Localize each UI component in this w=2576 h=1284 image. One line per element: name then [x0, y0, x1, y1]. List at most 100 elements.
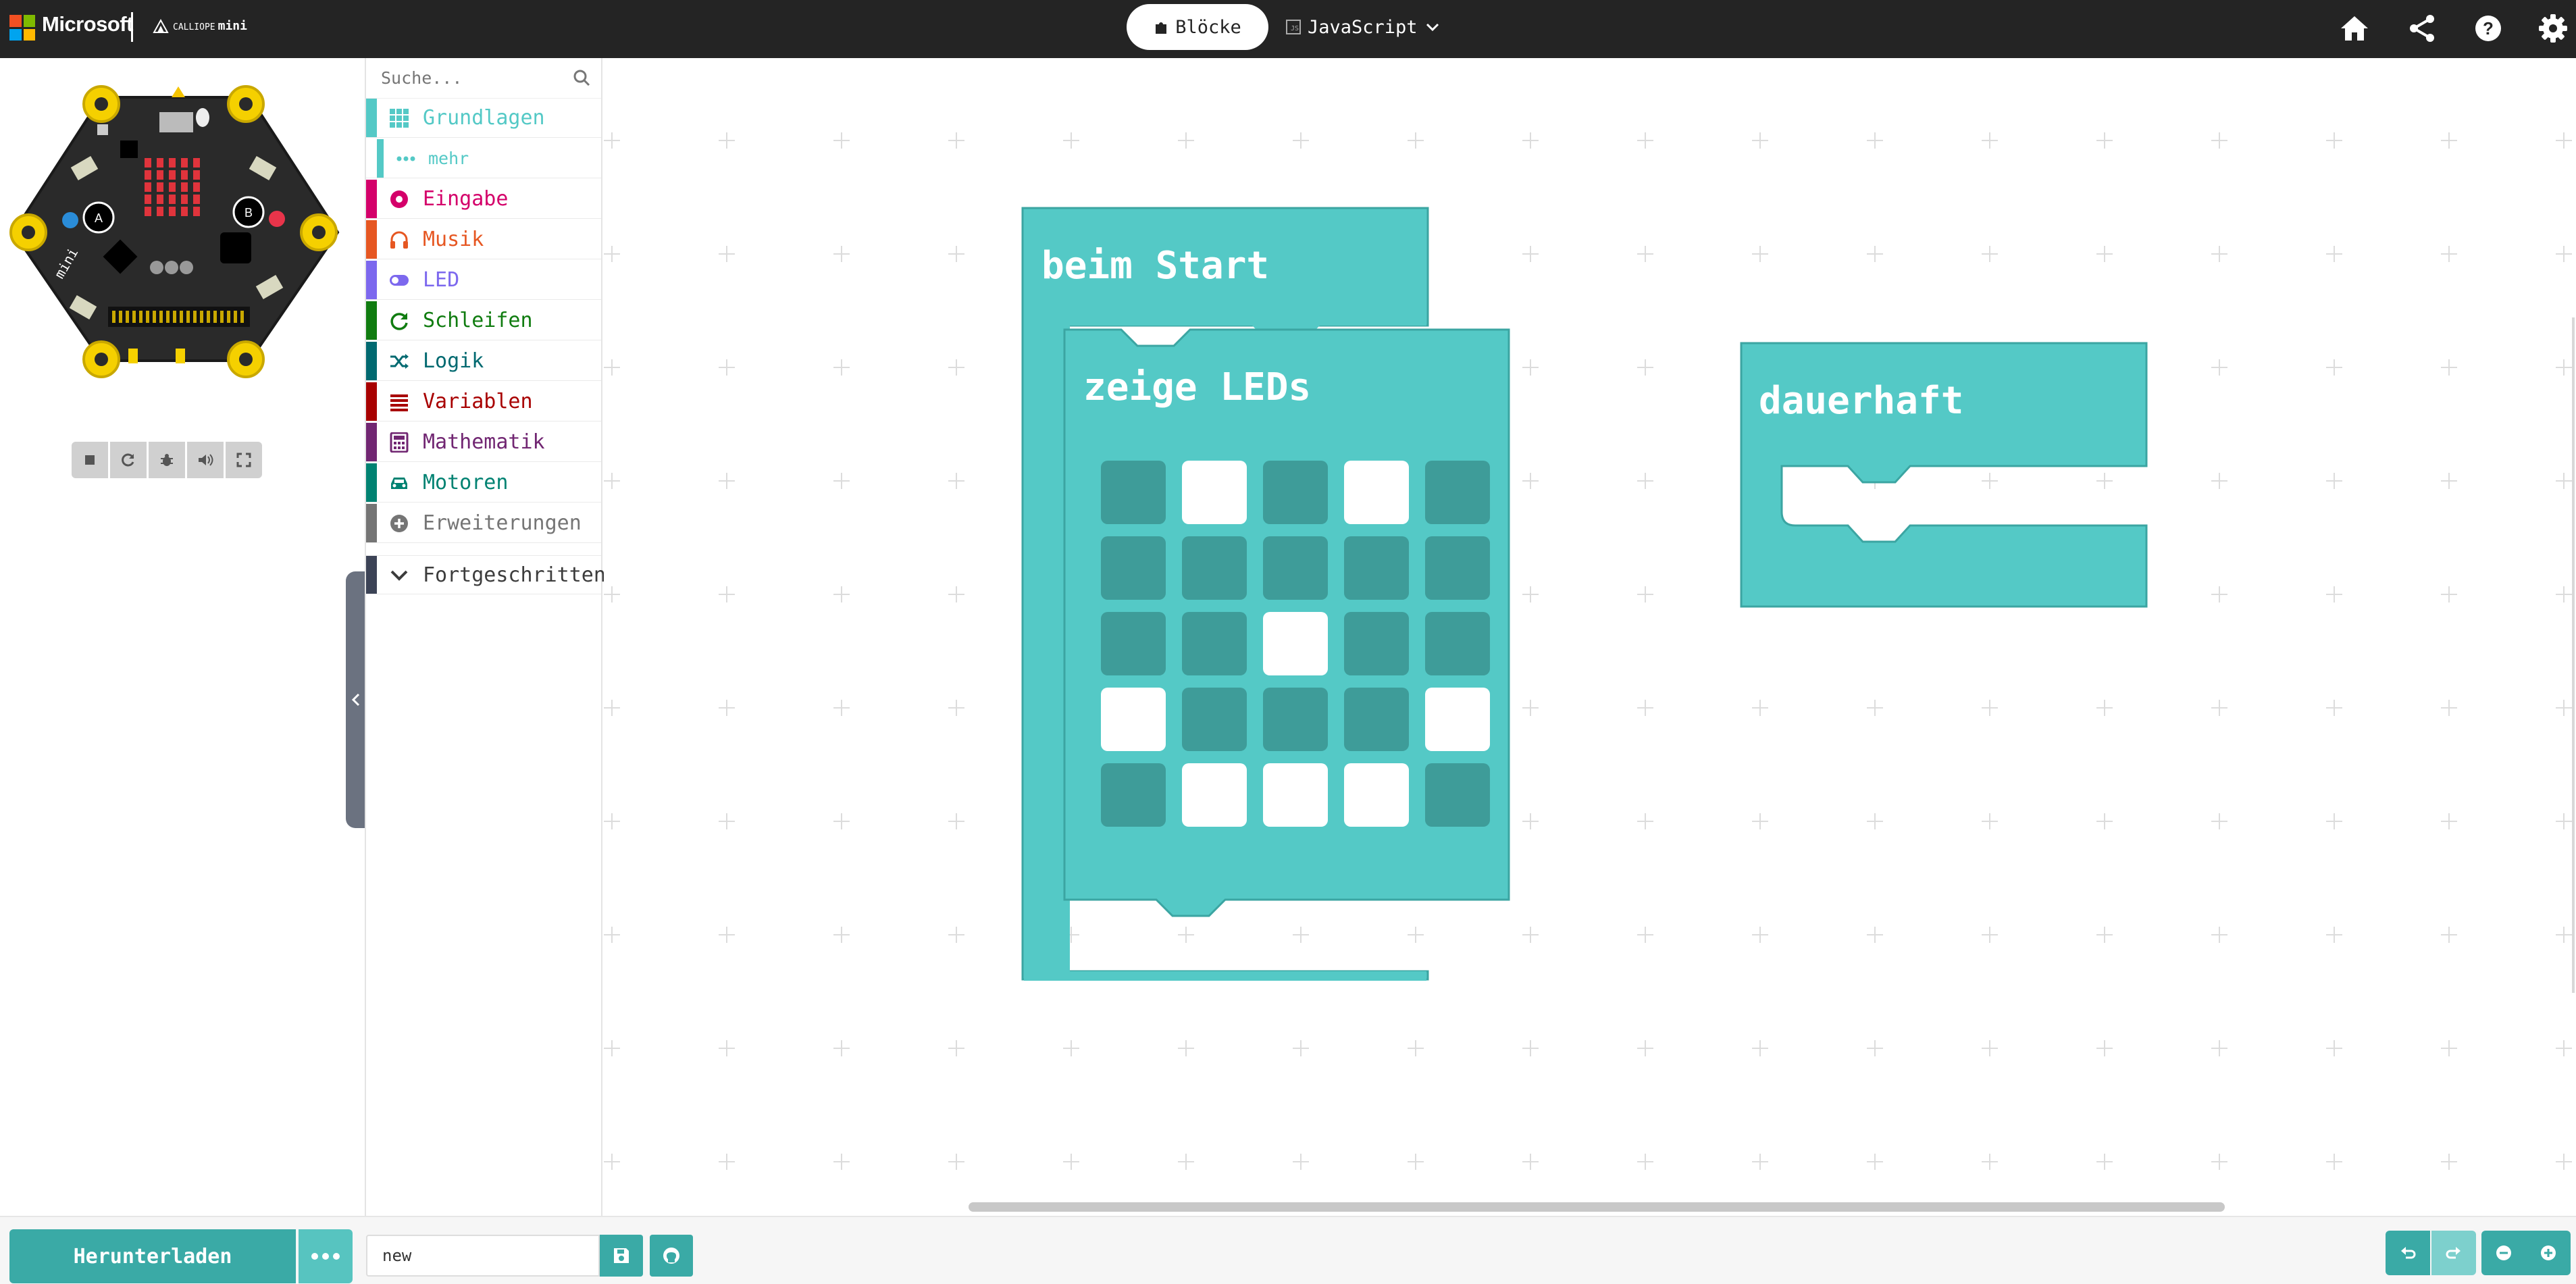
zoom-in-button[interactable] [2526, 1231, 2571, 1275]
headphones-icon [390, 231, 408, 249]
led-cell[interactable] [1182, 688, 1247, 751]
sim-led [145, 182, 151, 192]
led-cell[interactable] [1344, 461, 1409, 524]
block-on-start-label: beim Start [1041, 244, 1269, 288]
help-icon[interactable]: ? [2472, 12, 2504, 45]
category-eingabe[interactable]: Eingabe [366, 180, 601, 219]
led-cell[interactable] [1263, 763, 1328, 827]
blocks-workspace[interactable]: beim Start zeige LEDs dauerhaft [604, 58, 2576, 1216]
save-button[interactable] [600, 1235, 643, 1277]
category-musik[interactable]: Musik [366, 220, 601, 259]
redo-button[interactable] [2431, 1231, 2476, 1275]
fullscreen-button[interactable] [226, 442, 262, 478]
horizontal-scrollbar[interactable] [969, 1202, 2225, 1212]
led-cell[interactable] [1425, 536, 1490, 600]
category-label: mehr [428, 149, 469, 168]
block-show-leds[interactable]: zeige LEDs [1063, 328, 1510, 917]
category-motoren[interactable]: Motoren [366, 463, 601, 503]
sim-led [145, 170, 151, 180]
github-button[interactable] [650, 1235, 693, 1277]
category-grundlagen[interactable]: Grundlagen [366, 99, 601, 138]
tab-javascript[interactable]: JS JavaScript [1286, 9, 1441, 45]
more-dots-icon [396, 156, 415, 161]
led-cell[interactable] [1182, 612, 1247, 675]
led-cell[interactable] [1344, 612, 1409, 675]
led-cell[interactable] [1101, 461, 1166, 524]
led-cell[interactable] [1344, 688, 1409, 751]
zoom-out-button[interactable] [2481, 1231, 2526, 1275]
category-mehr[interactable]: mehr [366, 139, 601, 178]
sim-led [193, 195, 200, 204]
restart-button[interactable] [110, 442, 147, 478]
debug-button[interactable] [149, 442, 185, 478]
category-mathematik[interactable]: Mathematik [366, 423, 601, 462]
category-schleifen[interactable]: Schleifen [366, 301, 601, 340]
led-cell[interactable] [1263, 461, 1328, 524]
led-cell[interactable] [1101, 688, 1166, 751]
category-logik[interactable]: Logik [366, 342, 601, 381]
product-name: CALLIOPE mini [173, 19, 247, 33]
sim-led [193, 158, 200, 168]
led-cell[interactable] [1101, 536, 1166, 600]
block-forever[interactable]: dauerhaft [1740, 342, 2148, 608]
chevron-down-icon[interactable] [1424, 19, 1441, 35]
more-options-button[interactable] [299, 1229, 353, 1283]
blocks-layer: beim Start zeige LEDs dauerhaft [1021, 207, 2148, 981]
stop-button[interactable] [72, 442, 108, 478]
sim-pin [126, 311, 129, 323]
category-led[interactable]: LED [366, 261, 601, 300]
home-icon[interactable] [2338, 12, 2371, 45]
category-label: Fortgeschritten [423, 563, 606, 587]
category-variablen[interactable]: Variablen [366, 382, 601, 421]
calculator-icon [390, 432, 409, 453]
share-icon[interactable] [2406, 12, 2438, 45]
svg-text:B: B [244, 206, 253, 220]
simulator-controls [72, 442, 262, 478]
chevron-down-icon [390, 570, 408, 581]
search-icon[interactable] [573, 69, 590, 86]
category-erweiterungen[interactable]: Erweiterungen [366, 504, 601, 543]
led-cell[interactable] [1182, 763, 1247, 827]
undo-button[interactable] [2386, 1231, 2430, 1275]
project-name-input[interactable] [366, 1235, 600, 1277]
led-cell[interactable] [1344, 536, 1409, 600]
calliope-board[interactable]: A B mini [7, 77, 351, 388]
led-cell[interactable] [1263, 612, 1328, 675]
led-cell[interactable] [1101, 763, 1166, 827]
sim-pin [200, 311, 203, 323]
led-cell[interactable] [1344, 763, 1409, 827]
led-cell[interactable] [1263, 536, 1328, 600]
zoom-out-icon [2496, 1246, 2511, 1260]
sim-pin [213, 311, 217, 323]
svg-text:A: A [95, 211, 103, 225]
category-label: Schleifen [423, 309, 533, 332]
sim-led [157, 158, 163, 168]
vertical-scrollbar[interactable] [2572, 317, 2575, 993]
calliope-logo-icon [153, 18, 169, 33]
category-fortgeschritten[interactable]: Fortgeschritten [366, 555, 606, 594]
sim-pin [207, 311, 210, 323]
mute-button[interactable] [187, 442, 224, 478]
tab-blocks[interactable]: Blöcke [1127, 4, 1268, 50]
gear-icon[interactable] [2537, 12, 2569, 45]
microsoft-logo-icon [9, 15, 35, 41]
led-cell[interactable] [1101, 612, 1166, 675]
led-cell[interactable] [1425, 763, 1490, 827]
sim-led [157, 207, 163, 216]
led-cell[interactable] [1182, 461, 1247, 524]
led-cell[interactable] [1263, 688, 1328, 751]
search-input[interactable] [381, 68, 557, 88]
sim-pin [227, 311, 230, 323]
collapse-simulator-button[interactable] [346, 571, 366, 828]
brand-divider [131, 12, 133, 42]
sim-pin [159, 311, 163, 323]
input-circle-icon [390, 190, 408, 208]
download-button[interactable]: Herunterladen [9, 1229, 296, 1283]
led-cell[interactable] [1182, 536, 1247, 600]
bug-icon [161, 454, 173, 466]
sim-pin [173, 311, 176, 323]
led-cell[interactable] [1425, 688, 1490, 751]
sim-led [193, 207, 200, 216]
led-cell[interactable] [1425, 612, 1490, 675]
led-cell[interactable] [1425, 461, 1490, 524]
